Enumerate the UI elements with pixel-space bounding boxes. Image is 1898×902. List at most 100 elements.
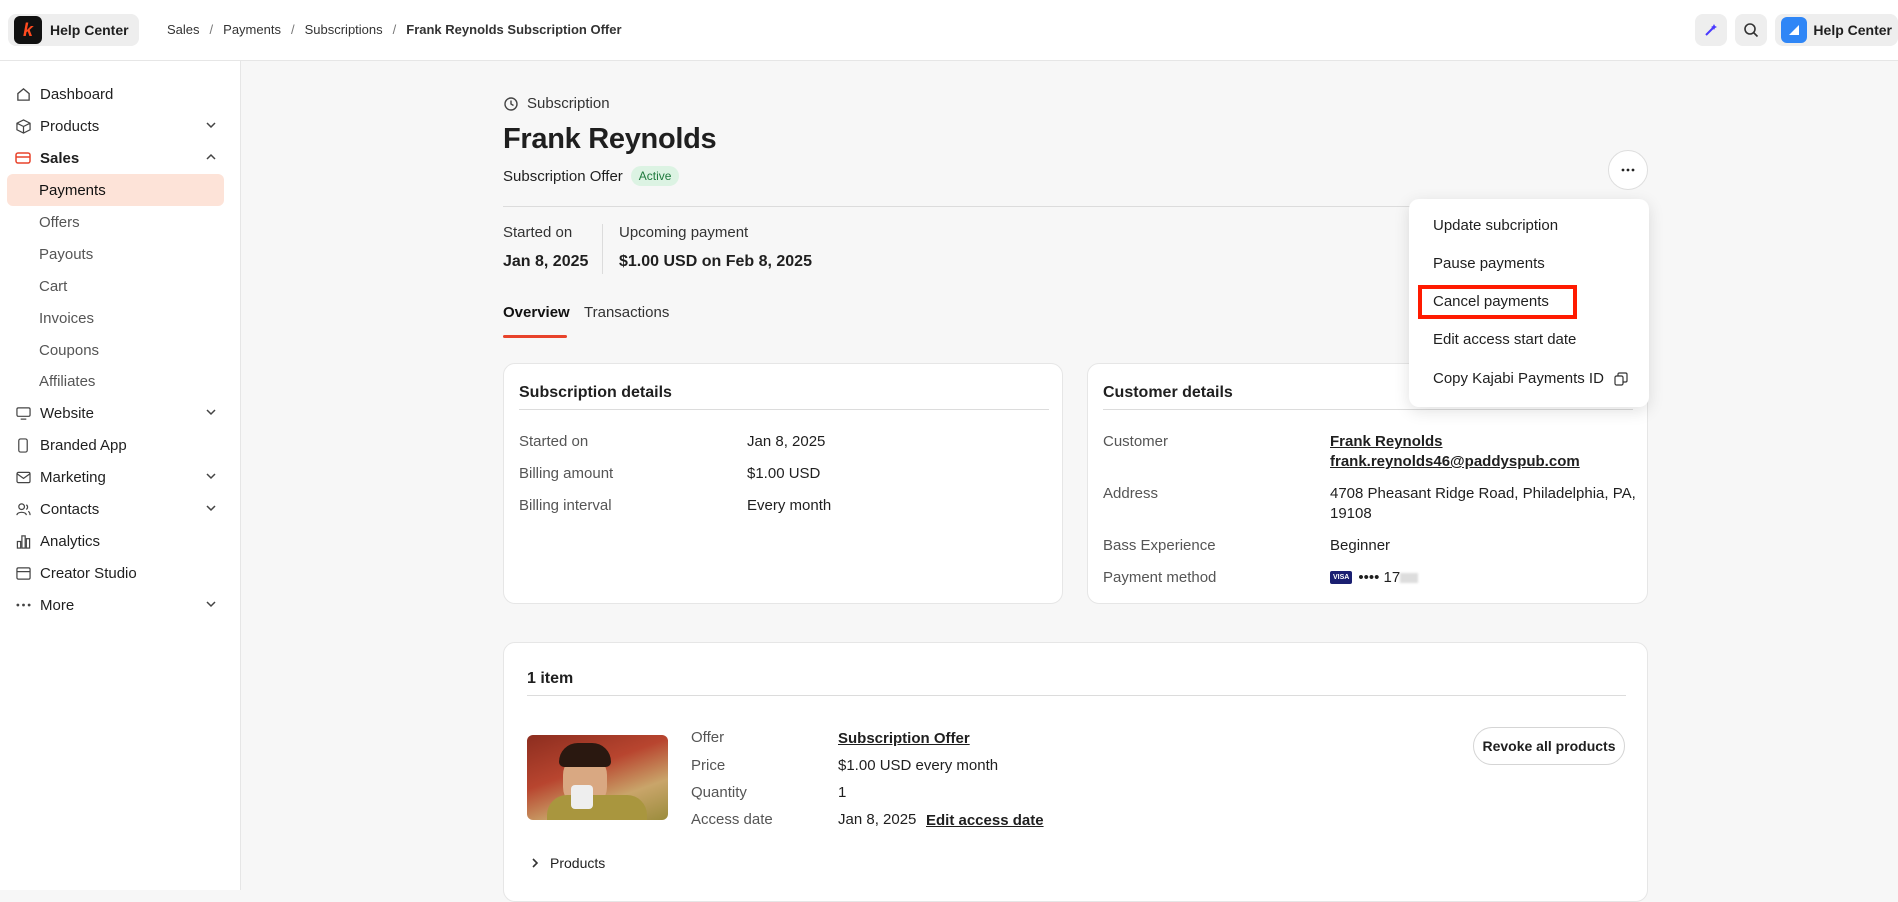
offer-label: Offer <box>691 729 725 746</box>
site-logo-icon <box>1781 17 1808 43</box>
phone-icon <box>15 437 31 453</box>
menu-item-edit-access-start-date[interactable]: Edit access start date <box>1433 331 1576 348</box>
divider <box>519 409 1049 410</box>
status-badge: Active <box>630 166 680 186</box>
customer-email-link[interactable]: frank.reynolds46@paddyspub.com <box>1330 453 1580 470</box>
sidebar: Dashboard Products Sales Payments Offers… <box>0 61 241 890</box>
sidebar-item-label: Sales <box>40 149 80 167</box>
sidebar-item-label: Payments <box>39 181 106 199</box>
address-label: Address <box>1103 485 1159 502</box>
breadcrumb-payments[interactable]: Payments <box>223 22 281 37</box>
sidebar-item-label: Products <box>40 117 100 135</box>
menu-item-update-subscription[interactable]: Update subcription <box>1433 217 1558 234</box>
home-icon <box>15 86 31 102</box>
address-line-1: 4708 Pheasant Ridge Road, Philadelphia, … <box>1330 485 1636 502</box>
customer-label: Customer <box>1103 433 1169 450</box>
help-center-button[interactable]: k Help Center <box>8 14 139 46</box>
top-bar: k Help Center Sales / Payments / Subscri… <box>0 0 1898 61</box>
upcoming-payment-value: $1.00 USD on Feb 8, 2025 <box>619 253 812 270</box>
offer-thumbnail-image <box>527 735 668 820</box>
access-date-value: Jan 8, 2025 <box>838 811 917 828</box>
breadcrumb: Sales / Payments / Subscriptions / Frank… <box>167 22 622 37</box>
sidebar-item-more[interactable]: More <box>7 589 224 621</box>
subscription-details-card: Subscription details Started on Jan 8, 2… <box>503 363 1063 604</box>
site-switcher-button[interactable]: Help Center <box>1775 14 1898 46</box>
ai-assist-button[interactable] <box>1695 14 1728 46</box>
users-icon <box>15 501 31 517</box>
sidebar-item-offers[interactable]: Offers <box>7 206 224 238</box>
breadcrumb-subscriptions[interactable]: Subscriptions <box>305 22 383 37</box>
copy-icon <box>1614 371 1628 386</box>
offer-link[interactable]: Subscription Offer <box>838 730 970 747</box>
more-actions-button[interactable] <box>1608 150 1648 190</box>
chevron-down-icon <box>206 473 216 480</box>
started-on-value: Jan 8, 2025 <box>503 253 589 270</box>
card-icon <box>15 150 31 166</box>
page-type-label: Subscription <box>503 95 610 112</box>
sidebar-item-creator-studio[interactable]: Creator Studio <box>7 557 224 589</box>
detail-key: Billing interval <box>519 497 612 514</box>
sidebar-item-label: Affiliates <box>39 372 96 390</box>
offer-line: Subscription Offer Active <box>503 166 680 186</box>
sidebar-item-label: Offers <box>39 213 80 231</box>
upcoming-payment-stat: Upcoming payment $1.00 USD on Feb 8, 202… <box>619 224 812 271</box>
sidebar-item-marketing[interactable]: Marketing <box>7 461 224 493</box>
sidebar-item-label: Invoices <box>39 309 95 327</box>
sidebar-item-coupons[interactable]: Coupons <box>7 334 224 366</box>
menu-item-label: Copy Kajabi Payments ID <box>1433 370 1604 387</box>
sidebar-item-contacts[interactable]: Contacts <box>7 493 224 525</box>
sidebar-item-cart[interactable]: Cart <box>7 270 224 302</box>
tab-transactions[interactable]: Transactions <box>584 304 669 321</box>
bass-experience-value: Beginner <box>1330 537 1391 554</box>
detail-key: Billing amount <box>519 465 614 482</box>
chevron-down-icon <box>206 601 216 608</box>
edit-access-date-link[interactable]: Edit access date <box>926 812 1044 829</box>
card-title: Customer details <box>1103 384 1233 401</box>
quantity-value: 1 <box>838 784 847 801</box>
sidebar-item-label: Marketing <box>40 468 106 486</box>
sidebar-item-payouts[interactable]: Payouts <box>7 238 224 270</box>
search-button[interactable] <box>1735 14 1768 46</box>
products-toggle-label: Products <box>550 855 606 871</box>
sidebar-item-sales[interactable]: Sales <box>7 142 224 174</box>
chart-icon <box>15 533 31 549</box>
sidebar-item-affiliates[interactable]: Affiliates <box>7 365 224 397</box>
search-icon <box>1744 23 1759 38</box>
sidebar-item-branded-app[interactable]: Branded App <box>7 429 224 461</box>
card-number-mask: •••• 17 <box>1358 569 1401 586</box>
offer-name: Subscription Offer <box>503 167 623 185</box>
visa-card-icon: VISA <box>1330 571 1353 584</box>
monitor-icon <box>15 405 31 421</box>
price-label: Price <box>691 757 726 774</box>
menu-item-pause-payments[interactable]: Pause payments <box>1433 255 1545 272</box>
sidebar-item-payments[interactable]: Payments <box>7 174 224 206</box>
breadcrumb-sales[interactable]: Sales <box>167 22 200 37</box>
page-title: Frank Reynolds <box>503 123 717 155</box>
sidebar-item-label: Creator Studio <box>40 564 137 582</box>
kajabi-logo-icon: k <box>14 16 42 44</box>
chevron-up-icon <box>206 153 216 160</box>
detail-value: Every month <box>747 497 832 514</box>
detail-value: $1.00 USD <box>747 465 821 482</box>
payment-method-label: Payment method <box>1103 569 1217 586</box>
sidebar-item-label: More <box>40 596 75 614</box>
tab-overview[interactable]: Overview <box>503 304 570 321</box>
items-card: 1 item Offer Subscription Offer Price $1… <box>503 642 1648 902</box>
menu-item-copy-payments-id[interactable]: Copy Kajabi Payments ID <box>1433 370 1628 387</box>
address-line-2: 19108 <box>1330 505 1372 522</box>
revoke-all-products-button[interactable]: Revoke all products <box>1473 727 1625 765</box>
sidebar-item-products[interactable]: Products <box>7 110 224 142</box>
sidebar-item-dashboard[interactable]: Dashboard <box>7 78 224 110</box>
started-on-stat: Started on Jan 8, 2025 <box>503 224 588 271</box>
products-toggle[interactable]: Products <box>530 855 605 871</box>
sidebar-item-invoices[interactable]: Invoices <box>7 302 224 334</box>
sidebar-item-analytics[interactable]: Analytics <box>7 525 224 557</box>
sidebar-item-label: Payouts <box>39 245 94 263</box>
price-value: $1.00 USD every month <box>838 757 999 774</box>
sidebar-item-label: Analytics <box>40 532 101 550</box>
box-icon <box>15 118 31 134</box>
customer-name-link[interactable]: Frank Reynolds <box>1330 433 1443 450</box>
sidebar-item-website[interactable]: Website <box>7 397 224 429</box>
page-type-text: Subscription <box>527 95 610 112</box>
sidebar-item-label: Website <box>40 404 94 422</box>
